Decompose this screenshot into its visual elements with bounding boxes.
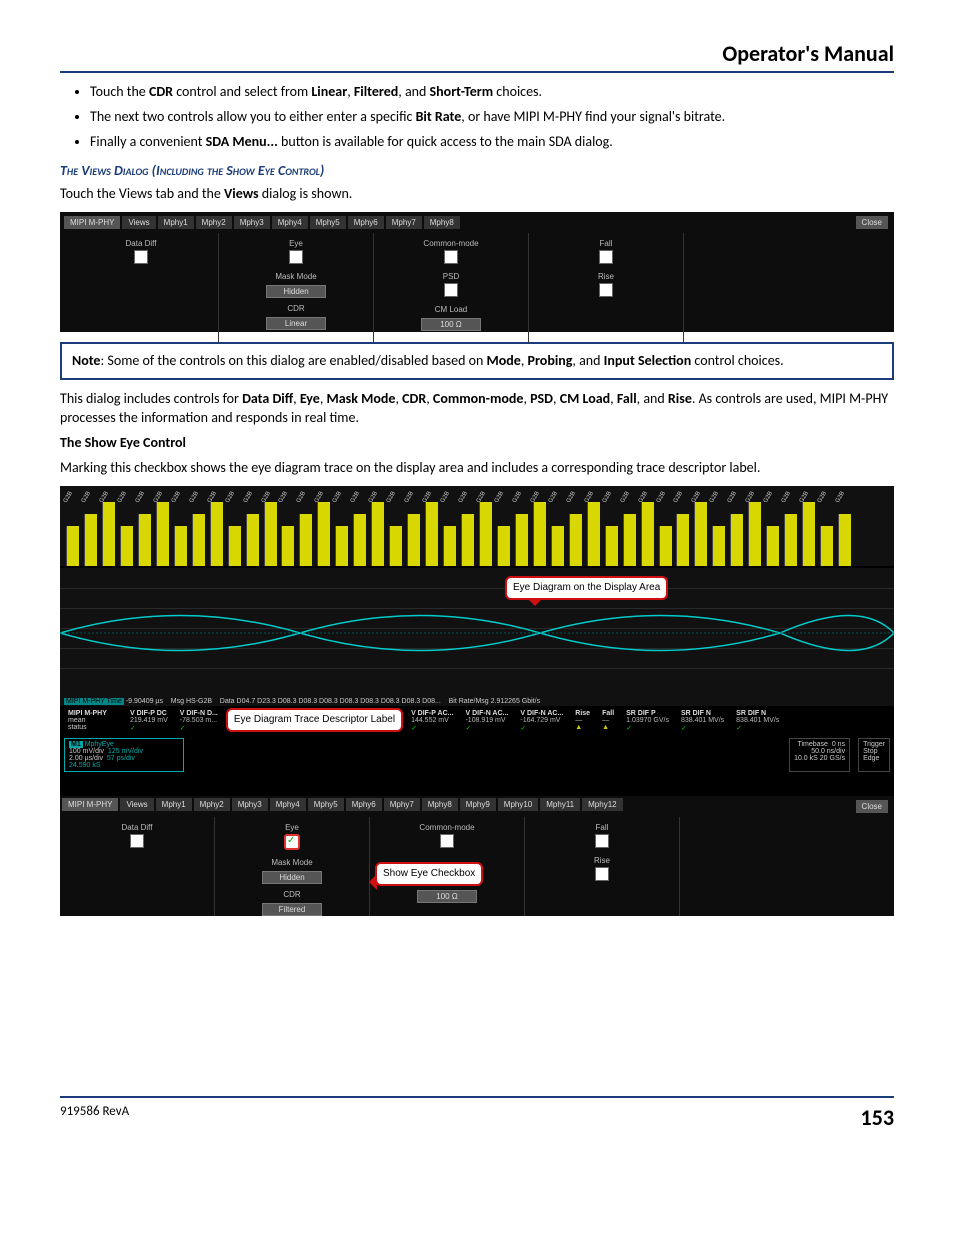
rise-checkbox[interactable] — [599, 283, 613, 297]
tab-mphy5[interactable]: Mphy5 — [308, 798, 344, 811]
fall-checkbox[interactable] — [599, 250, 613, 264]
mask-mode-label: Mask Mode — [227, 272, 365, 281]
fall-label: Fall — [533, 823, 671, 832]
check-icon: ✓ — [736, 724, 779, 732]
cdr-label: CDR — [223, 890, 361, 899]
tab-mphy5[interactable]: Mphy5 — [310, 216, 346, 229]
eye-label: Eye — [227, 239, 365, 248]
tab-mphy12[interactable]: Mphy12 — [582, 798, 622, 811]
warn-icon: ▲ — [602, 724, 614, 731]
rise-label: Rise — [533, 856, 671, 865]
eye-diagram-screenshot: G2BG2BG2BG2BG2BG2BG2BG2BG2BG2BG2BG2BG2BG… — [60, 486, 894, 916]
m1-badge: M1 — [69, 741, 83, 748]
cdr-dropdown[interactable]: Filtered — [262, 903, 322, 916]
check-icon: ✓ — [130, 724, 168, 732]
bullet-3: Finally a convenient SDA Menu... button … — [90, 133, 894, 152]
tab-mphy1[interactable]: Mphy1 — [158, 216, 194, 229]
common-mode-label: Common-mode — [378, 823, 516, 832]
fall-checkbox[interactable] — [595, 834, 609, 848]
psd-checkbox[interactable] — [444, 283, 458, 297]
bullet-list: Touch the CDR control and select from Li… — [90, 83, 894, 152]
close-button[interactable]: Close — [856, 216, 888, 229]
cm-load-dropdown[interactable]: 100 Ω — [421, 318, 481, 331]
views-dialog-screenshot: MIPI M-PHY Views Mphy1 Mphy2 Mphy3 Mphy4… — [60, 212, 894, 332]
eye-display-area — [60, 568, 894, 698]
tab-mipi[interactable]: MIPI M-PHY — [62, 798, 118, 811]
bullet-1: Touch the CDR control and select from Li… — [90, 83, 894, 102]
check-icon: ✓ — [180, 724, 218, 732]
data-diff-checkbox[interactable] — [134, 250, 148, 264]
close-button[interactable]: Close — [856, 800, 888, 813]
tab-views[interactable]: Views — [122, 216, 155, 229]
data-diff-label: Data Diff — [72, 239, 210, 248]
tab-mphy6[interactable]: Mphy6 — [348, 216, 384, 229]
cdr-label: CDR — [227, 304, 365, 313]
check-icon: ✓ — [465, 724, 508, 732]
doc-rev: 919586 RevA — [60, 1104, 129, 1131]
mask-mode-label: Mask Mode — [223, 858, 361, 867]
warn-icon: ▲ — [575, 724, 590, 731]
rise-checkbox[interactable] — [595, 867, 609, 881]
eye-checkbox[interactable] — [289, 250, 303, 264]
tab-views[interactable]: Views — [120, 798, 153, 811]
tab-mphy8[interactable]: Mphy8 — [424, 216, 460, 229]
tab-mipi[interactable]: MIPI M-PHY — [64, 216, 120, 229]
fall-label: Fall — [537, 239, 675, 248]
common-mode-checkbox[interactable] — [440, 834, 454, 848]
common-mode-label: Common-mode — [382, 239, 520, 248]
eye-checkbox[interactable] — [284, 834, 300, 850]
measurement-row: MIPI M-PHY mean status V DIF-P DC 219.41… — [60, 706, 894, 800]
cm-load-dropdown[interactable]: 100 Ω — [417, 890, 477, 903]
eye-label: Eye — [223, 823, 361, 832]
page-title: Operator's Manual — [60, 40, 894, 73]
check-icon: ✓ — [626, 724, 669, 732]
show-eye-heading: The Show Eye Control — [60, 434, 894, 453]
check-icon: ✓ — [520, 724, 563, 732]
show-eye-checkbox-callout: Show Eye Checkbox — [375, 862, 483, 886]
psd-label: PSD — [382, 272, 520, 281]
cdr-dropdown[interactable]: Linear — [266, 317, 326, 330]
tab-mphy4[interactable]: Mphy4 — [272, 216, 308, 229]
eye-display-callout: Eye Diagram on the Display Area — [505, 576, 668, 600]
common-mode-checkbox[interactable] — [444, 250, 458, 264]
tab-mphy9[interactable]: Mphy9 — [460, 798, 496, 811]
views-dialog-2: MIPI M-PHY Views Mphy1 Mphy2 Mphy3 Mphy4… — [60, 796, 894, 916]
eye-diagram-svg — [60, 568, 894, 698]
page-footer: 919586 RevA 153 — [60, 1096, 894, 1131]
views-intro: Touch the Views tab and the Views dialog… — [60, 185, 894, 204]
tab-mphy2[interactable]: Mphy2 — [196, 216, 232, 229]
mask-mode-dropdown[interactable]: Hidden — [262, 871, 322, 884]
tab-mphy11[interactable]: Mphy11 — [540, 798, 580, 811]
waveform-top: G2BG2BG2BG2BG2BG2BG2BG2BG2BG2BG2BG2BG2BG… — [60, 486, 894, 566]
tab-mphy7[interactable]: Mphy7 — [384, 798, 420, 811]
views-dialog-heading: The Views Dialog (Including the Show Eye… — [60, 162, 894, 179]
tab-mphy7[interactable]: Mphy7 — [386, 216, 422, 229]
note-box: Note: Some of the controls on this dialo… — [60, 342, 894, 381]
check-icon: ✓ — [681, 724, 724, 732]
tab-mphy8[interactable]: Mphy8 — [422, 798, 458, 811]
trace-descriptor-callout: Eye Diagram Trace Descriptor Label — [226, 708, 403, 732]
ss1-tabs: MIPI M-PHY Views Mphy1 Mphy2 Mphy3 Mphy4… — [64, 216, 890, 229]
data-diff-label: Data Diff — [68, 823, 206, 832]
show-eye-description: Marking this checkbox shows the eye diag… — [60, 459, 894, 478]
check-icon: ✓ — [411, 724, 453, 732]
data-diff-checkbox[interactable] — [130, 834, 144, 848]
tab-mphy6[interactable]: Mphy6 — [346, 798, 382, 811]
tab-mphy3[interactable]: Mphy3 — [232, 798, 268, 811]
page-number: 153 — [861, 1104, 894, 1131]
bullet-2: The next two controls allow you to eithe… — [90, 108, 894, 127]
tab-mphy3[interactable]: Mphy3 — [234, 216, 270, 229]
rise-label: Rise — [537, 272, 675, 281]
cm-load-label: CM Load — [382, 305, 520, 314]
tab-mphy1[interactable]: Mphy1 — [156, 798, 192, 811]
dialog-description: This dialog includes controls for Data D… — [60, 390, 894, 428]
tab-mphy4[interactable]: Mphy4 — [270, 798, 306, 811]
tab-mphy10[interactable]: Mphy10 — [498, 798, 538, 811]
tab-mphy2[interactable]: Mphy2 — [194, 798, 230, 811]
mask-mode-dropdown[interactable]: Hidden — [266, 285, 326, 298]
